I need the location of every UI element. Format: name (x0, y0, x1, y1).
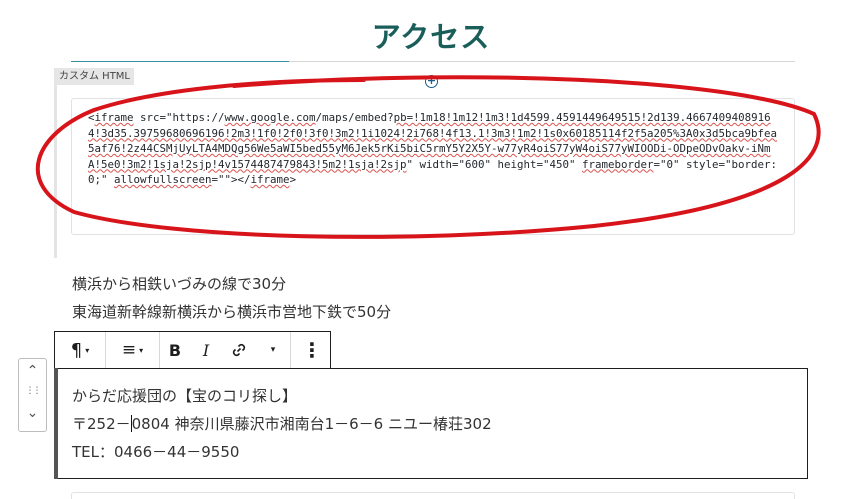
move-up-icon[interactable]: ⌃ (19, 363, 46, 379)
misspelled-token: allowfullscreen (114, 173, 212, 186)
address-postal-prefix: 〒252－ (72, 415, 131, 433)
italic-button[interactable]: I (190, 332, 222, 368)
address-line-tel[interactable]: TEL：0466－44－9550 (72, 441, 239, 462)
block-mover: ⌃ ⋮⋮ ⌄ (18, 358, 47, 432)
more-options-icon[interactable]: ⋮ (291, 332, 333, 368)
toolbar-group-options: ⋮ (291, 332, 333, 368)
paragraph-icon: ¶ (70, 339, 83, 361)
access-line-2: 東海道新幹線新横浜から横浜市営地下鉄で50分 (72, 303, 392, 321)
misspelled-token: iframe (94, 111, 134, 124)
bold-button[interactable]: B (160, 332, 190, 368)
misspelled-token: www.google.com (224, 111, 316, 124)
align-left-icon: ≡ (121, 340, 137, 360)
chevron-down-icon: ▾ (139, 345, 144, 355)
address-postal-rest: 0804 神奈川県藤沢市湘南台1－6－6 ニユー椿荘302 (131, 415, 492, 433)
paragraph-type-button[interactable]: ¶ ▾ (55, 332, 105, 368)
address-line-postal[interactable]: 〒252－0804 神奈川県藤沢市湘南台1－6－6 ニユー椿荘302 (72, 413, 492, 434)
html-block-frame (54, 68, 57, 258)
html-code-editor[interactable]: <iframe src="https://www.google.com/maps… (71, 98, 795, 235)
misspelled-token: frameborder (582, 157, 654, 171)
html-block-label: カスタム HTML (55, 68, 135, 85)
link-button[interactable] (222, 332, 256, 368)
block-inserter-icon[interactable]: + (425, 75, 438, 88)
misspelled-token: iframe (250, 173, 290, 186)
align-button[interactable]: ≡ ▾ (106, 332, 159, 368)
more-formats-button[interactable]: ▾ (256, 332, 290, 368)
link-icon (232, 343, 246, 357)
address-line-name[interactable]: からだ応援団の【宝のコリ探し】 (72, 385, 297, 406)
toolbar-group-format: B I ▾ (160, 332, 291, 368)
heading-underline-accent (71, 61, 289, 62)
address-paragraph-block[interactable]: からだ応援団の【宝のコリ探し】 〒252－0804 神奈川県藤沢市湘南台1－6－… (54, 368, 808, 479)
toolbar-group-type: ¶ ▾ (55, 332, 106, 368)
block-toolbar: ¶ ▾ ≡ ▾ B I ▾ ⋮ (54, 331, 331, 368)
move-down-icon[interactable]: ⌄ (19, 405, 46, 421)
access-line-1: 横浜から相鉄いづみの線で30分 (72, 275, 287, 293)
heading-underline (71, 61, 795, 62)
toolbar-group-align: ≡ ▾ (106, 332, 160, 368)
next-block-edge (71, 492, 795, 499)
drag-handle-icon[interactable]: ⋮⋮ (19, 386, 46, 396)
page-title: アクセス (371, 20, 491, 54)
chevron-down-icon: ▾ (85, 345, 90, 355)
misspelled-token: pb=!1m18!1m12!1m3!1d4599.4591449649515!2… (88, 111, 778, 171)
block-selection-bar (54, 368, 58, 479)
